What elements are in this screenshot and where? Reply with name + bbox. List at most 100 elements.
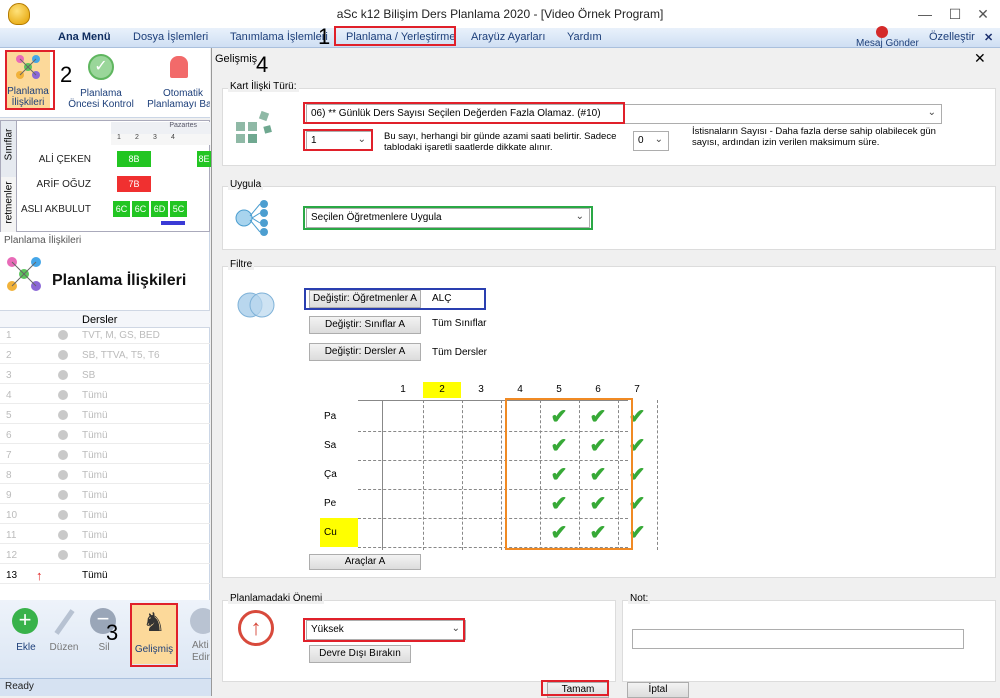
plus-icon: + [12, 608, 38, 634]
day-header: Pazartes [111, 122, 211, 134]
aktif-edir-button[interactable]: Akti Edir [184, 608, 210, 664]
list-item[interactable]: 5 Tümü [0, 408, 210, 424]
lesson-cell[interactable]: 6C [132, 201, 149, 217]
menu-ana-menu[interactable]: Ana Menü [58, 31, 111, 43]
grid-line [501, 400, 502, 550]
grid-column-header[interactable]: 6 [579, 382, 617, 398]
grid-column-header[interactable]: 3 [462, 382, 500, 398]
list-item[interactable]: 3 SB [0, 368, 210, 384]
degistir-siniflar-button[interactable]: Değiştir: Sınıflar A [309, 316, 421, 334]
network-icon [6, 256, 42, 292]
duzen-button[interactable]: Düzen [46, 608, 82, 660]
devre-disi-birakin-button[interactable]: Devre Dışı Bırakın [309, 645, 411, 663]
otomatik-planlama-button[interactable]: Otomatik Planlamayı Başl [138, 52, 210, 110]
list-item[interactable]: 8 Tümü [0, 468, 210, 484]
row-number: 1 [6, 330, 12, 341]
row-number: 4 [6, 390, 12, 401]
grid-row-header[interactable]: Sa [320, 431, 358, 460]
lesson-cell[interactable]: 6D [151, 201, 168, 217]
callout-3: 3 [106, 620, 119, 645]
period-4: 4 [171, 134, 175, 141]
grid-row-header[interactable]: Pe [320, 489, 358, 518]
grid-column-header[interactable]: 4 [501, 382, 539, 398]
grid-column-header[interactable]: 5 [540, 382, 578, 398]
otomatik-planlama-label: Otomatik Planlamayı Başl [147, 88, 210, 110]
row-number: 2 [6, 350, 12, 361]
exceptions-select[interactable]: 0 ⌄ [633, 131, 669, 151]
list-item[interactable]: 2 SB, TTVA, T5, T6 [0, 348, 210, 364]
row-number: 8 [6, 470, 12, 481]
list-item[interactable]: 6 Tümü [0, 428, 210, 444]
lesson-icon [58, 530, 68, 540]
callout-2: 2 [60, 62, 73, 87]
lesson-cell[interactable]: 8E [197, 151, 211, 167]
message-icon[interactable] [876, 26, 888, 38]
menu-arayuz-ayarlari[interactable]: Arayüz Ayarları [471, 31, 545, 43]
lesson-icon [58, 450, 68, 460]
highlight-onem [303, 618, 465, 642]
menu-ozellestir[interactable]: Özelleştir [929, 31, 975, 43]
lesson-cell[interactable]: 7B [117, 176, 151, 192]
side-tab-ogretmenler[interactable]: retmenler [1, 177, 17, 233]
minimize-button[interactable]: — [910, 4, 940, 24]
list-item[interactable]: 4 Tümü [0, 388, 210, 404]
grid-column-header[interactable]: 2 [423, 382, 461, 398]
row-number: 3 [6, 370, 12, 381]
row-lessons: Tümü [82, 450, 108, 461]
blocks-icon [234, 110, 274, 144]
menu-dosya-islemleri[interactable]: Dosya İşlemleri [133, 31, 208, 43]
column-header-row: Dersler [0, 310, 210, 328]
highlight-tamam [541, 680, 609, 696]
grid-row-header[interactable]: Ça [320, 460, 358, 489]
maximize-button[interactable]: ☐ [940, 4, 970, 24]
list-item[interactable]: 10 Tümü [0, 508, 210, 524]
bottom-toolbar: + Ekle Düzen − Sil ♞ Gelişmiş Akti Edir [0, 600, 210, 678]
menu-close-icon[interactable]: ✕ [984, 31, 993, 44]
filtre-label: Filtre [228, 259, 255, 270]
duzen-label: Düzen [49, 642, 79, 653]
highlight-ogretmenler [304, 288, 486, 310]
callout-1: 1 [318, 24, 331, 49]
list-item[interactable]: 13 ↑ Tümü [0, 568, 210, 584]
list-item[interactable]: 9 Tümü [0, 488, 210, 504]
list-item[interactable]: 1 TVT, M, GS, BED [0, 328, 210, 344]
lesson-icon [58, 350, 68, 360]
grid-column-header[interactable]: 1 [384, 382, 422, 398]
list-item[interactable]: 7 Tümü [0, 448, 210, 464]
row-number: 6 [6, 430, 12, 441]
lesson-cell[interactable]: 5C [170, 201, 187, 217]
list-item[interactable]: 11 Tümü [0, 528, 210, 544]
row-lessons: Tümü [82, 510, 108, 521]
menu-yardim[interactable]: Yardım [567, 31, 602, 43]
row-lessons: Tümü [82, 410, 108, 421]
row-lessons: TVT, M, GS, BED [82, 330, 160, 341]
planlama-oncesi-kontrol-button[interactable]: ✓ Planlama Öncesi Kontrol [64, 52, 138, 110]
list-item[interactable]: 12 Tümü [0, 548, 210, 564]
close-window-button[interactable]: ✕ [968, 4, 998, 24]
row-number: 13 [6, 570, 18, 581]
dialog-close-button[interactable]: ✕ [974, 50, 986, 67]
not-input[interactable] [632, 629, 964, 649]
grid-row-header[interactable]: Pa [320, 402, 358, 431]
lesson-icon [58, 510, 68, 520]
grid-row-header[interactable]: Cu [320, 518, 358, 547]
check-circle-icon: ✓ [88, 54, 114, 80]
ekle-button[interactable]: + Ekle [8, 608, 44, 660]
menu-tanimlama-islemleri[interactable]: Tanımlama İşlemleri [230, 31, 328, 43]
degistir-dersler-button[interactable]: Değiştir: Dersler A [309, 343, 421, 361]
highlight-planlama-menu [334, 26, 456, 46]
chevron-down-icon: ⌄ [927, 107, 936, 118]
lesson-cell[interactable]: 8B [117, 151, 151, 167]
grid-left-line [382, 400, 383, 550]
planlama-iliskileri-panel: Planlama İlişkileri Planlama İlişkileri … [0, 232, 210, 600]
grid-column-header[interactable]: 7 [618, 382, 656, 398]
column-header-dersler[interactable]: Dersler [82, 314, 117, 326]
araclar-button[interactable]: Araçlar A [309, 554, 421, 570]
highlight-planlama-iliskileri [5, 50, 55, 110]
row-lessons: Tümü [82, 550, 108, 561]
side-tab-siniflar[interactable]: Sınıflar [1, 121, 17, 177]
row-lessons: Tümü [82, 470, 108, 481]
title-bar: aSc k12 Bilişim Ders Planlama 2020 - [Vi… [0, 0, 1000, 28]
venn-icon [234, 290, 278, 320]
lesson-cell[interactable]: 6C [113, 201, 130, 217]
